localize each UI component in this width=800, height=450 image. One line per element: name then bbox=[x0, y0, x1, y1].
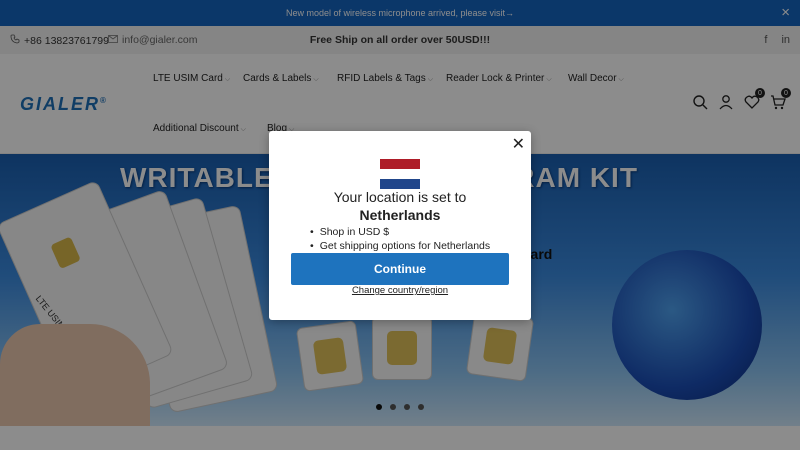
location-benefits: Shop in USD $ Get shipping options for N… bbox=[310, 226, 490, 254]
location-modal: ✕ Your location is set to Netherlands Sh… bbox=[269, 131, 531, 320]
location-message: Your location is set to bbox=[333, 189, 467, 205]
continue-button[interactable]: Continue bbox=[291, 253, 509, 285]
close-icon[interactable]: ✕ bbox=[512, 134, 525, 154]
location-country: Netherlands bbox=[359, 207, 441, 223]
benefit-item: Shop in USD $ bbox=[310, 226, 490, 238]
benefit-item: Get shipping options for Netherlands bbox=[310, 240, 490, 252]
change-country-link[interactable]: Change country/region bbox=[269, 285, 531, 296]
netherlands-flag-icon bbox=[380, 159, 420, 189]
